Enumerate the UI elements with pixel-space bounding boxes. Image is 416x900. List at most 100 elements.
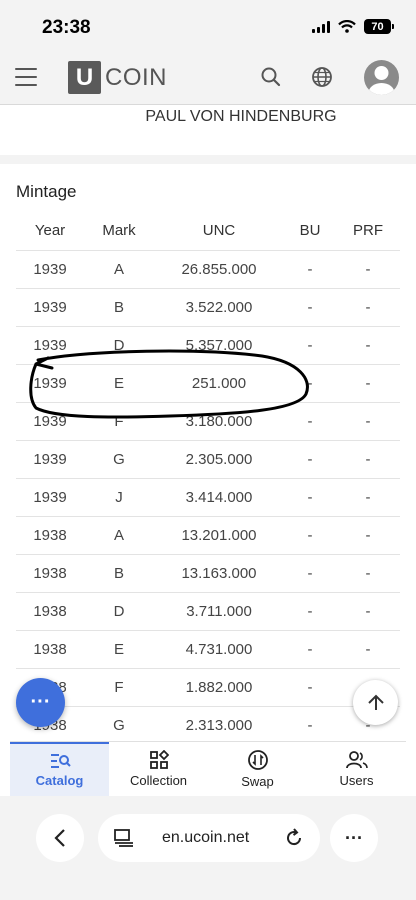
cell-unc[interactable]: 3.522.000 <box>154 288 284 327</box>
table-row: 1938G2.313.000-- <box>16 706 400 745</box>
mintage-header-row: Year Mark UNC BU PRF <box>16 212 400 251</box>
browser-back-button[interactable] <box>36 814 84 862</box>
cell-unc[interactable]: 5.357.000 <box>154 326 284 365</box>
nav-collection[interactable]: Collection <box>109 742 208 796</box>
table-row: 1938 B 13.163.000- - <box>16 554 400 593</box>
table-row: 1938 A 13.201.000- - <box>16 516 400 555</box>
url-text: en.ucoin.net <box>162 829 250 846</box>
cell-unc[interactable]: 13.163.000 <box>154 554 284 593</box>
nav-collection-label: Collection <box>129 773 188 788</box>
column-header-bu: BU <box>284 212 336 251</box>
table-row: 1939 D 5.357.000- - <box>16 326 400 365</box>
reload-icon[interactable] <box>284 828 304 848</box>
ucoin-logo[interactable]: U COIN <box>68 61 167 94</box>
cell-unc[interactable]: 251.000 <box>154 364 284 403</box>
arrow-up-icon <box>367 694 384 710</box>
cell-mark: F <box>84 668 154 707</box>
cell-mark: A <box>84 516 154 555</box>
cell-mark: G <box>84 706 154 745</box>
avatar-person-icon <box>368 66 395 95</box>
more-options-fab[interactable]: ··· <box>16 678 65 727</box>
cell-unc[interactable]: 4.731.000 <box>154 630 284 669</box>
cell-prf: - <box>336 364 400 403</box>
swap-icon <box>247 750 268 770</box>
cell-prf: - <box>336 250 400 289</box>
table-row: 1939 B 3.522.000- - <box>16 288 400 327</box>
cell-prf: - <box>336 630 400 669</box>
collection-icon <box>149 750 169 769</box>
nav-swap-label: Swap <box>241 774 274 789</box>
cell-mark: F <box>84 402 154 441</box>
cell-bu: - <box>284 364 336 403</box>
nav-users[interactable]: Users <box>307 742 406 796</box>
table-row: 1939 J 3.414.000- - <box>16 478 400 517</box>
catalog-icon <box>50 754 71 768</box>
coin-issuer-line: PAUL VON HINDENBURG <box>145 108 337 125</box>
cell-prf: - <box>336 402 400 441</box>
cell-prf: - <box>336 516 400 555</box>
cell-unc[interactable]: 1.882.000 <box>154 668 284 707</box>
cell-prf: - <box>336 592 400 631</box>
cell-year: 1939 <box>16 402 84 441</box>
cell-bu: - <box>284 630 336 669</box>
status-bar: 23:38 70 <box>0 0 416 50</box>
table-row: 1938 D 3.711.000- - <box>16 592 400 631</box>
status-icons: 70 <box>312 19 394 34</box>
column-header-mark: Mark <box>84 212 154 251</box>
cell-bu: - <box>284 516 336 555</box>
cell-mark: D <box>84 592 154 631</box>
cell-unc[interactable]: 2.313.000 <box>154 706 284 745</box>
cell-unc[interactable]: 3.711.000 <box>154 592 284 631</box>
cell-year: 1939 <box>16 288 84 327</box>
cell-year: 1939 <box>16 250 84 289</box>
mintage-title: Mintage <box>16 182 77 201</box>
users-icon <box>345 751 368 769</box>
nav-users-label: Users <box>339 773 374 788</box>
status-time: 23:38 <box>42 17 91 38</box>
cell-bu: - <box>284 592 336 631</box>
cell-prf: - <box>336 288 400 327</box>
cell-unc[interactable]: 3.414.000 <box>154 478 284 517</box>
table-row: 1939 F 3.180.000- - <box>16 402 400 441</box>
cell-unc[interactable]: 13.201.000 <box>154 516 284 555</box>
cell-year: 1939 <box>16 440 84 479</box>
cell-bu: - <box>284 326 336 365</box>
search-icon[interactable] <box>259 65 283 89</box>
address-bar[interactable]: en.ucoin.net <box>98 814 320 862</box>
app-header: U COIN <box>0 50 416 105</box>
cell-mark: B <box>84 288 154 327</box>
hamburger-menu-icon[interactable] <box>15 68 37 86</box>
browser-more-button[interactable]: ··· <box>330 814 378 862</box>
wifi-icon <box>338 20 356 33</box>
chevron-left-icon <box>54 829 65 847</box>
globe-icon[interactable] <box>310 65 334 89</box>
cell-year: 1938 <box>16 516 84 555</box>
nav-swap[interactable]: Swap <box>208 742 307 796</box>
cell-mark: E <box>84 364 154 403</box>
reader-mode-icon[interactable] <box>114 829 134 847</box>
scroll-to-top-button[interactable] <box>353 680 398 725</box>
cell-unc[interactable]: 3.180.000 <box>154 402 284 441</box>
logo-text: COIN <box>105 63 167 91</box>
table-row: 1938 E 4.731.000- - <box>16 630 400 669</box>
cell-prf: - <box>336 326 400 365</box>
column-header-prf: PRF <box>336 212 400 251</box>
cell-unc[interactable]: 2.305.000 <box>154 440 284 479</box>
cell-year: 1938 <box>16 630 84 669</box>
cell-year: 1938 <box>16 554 84 593</box>
cell-unc[interactable]: 26.855.000 <box>154 250 284 289</box>
cell-bu: - <box>284 440 336 479</box>
cell-mark: G <box>84 440 154 479</box>
column-header-unc: UNC <box>154 212 284 251</box>
cell-year: 1939 <box>16 478 84 517</box>
cell-prf: - <box>336 478 400 517</box>
nav-catalog[interactable]: Catalog <box>10 742 109 796</box>
cell-bu: - <box>284 402 336 441</box>
cell-mark: D <box>84 326 154 365</box>
cell-bu: - <box>284 706 336 745</box>
cell-prf: - <box>336 554 400 593</box>
table-row: 1939 E 251.000- - <box>16 364 400 403</box>
cell-mark: A <box>84 250 154 289</box>
cell-bu: - <box>284 554 336 593</box>
user-avatar[interactable] <box>364 60 399 95</box>
